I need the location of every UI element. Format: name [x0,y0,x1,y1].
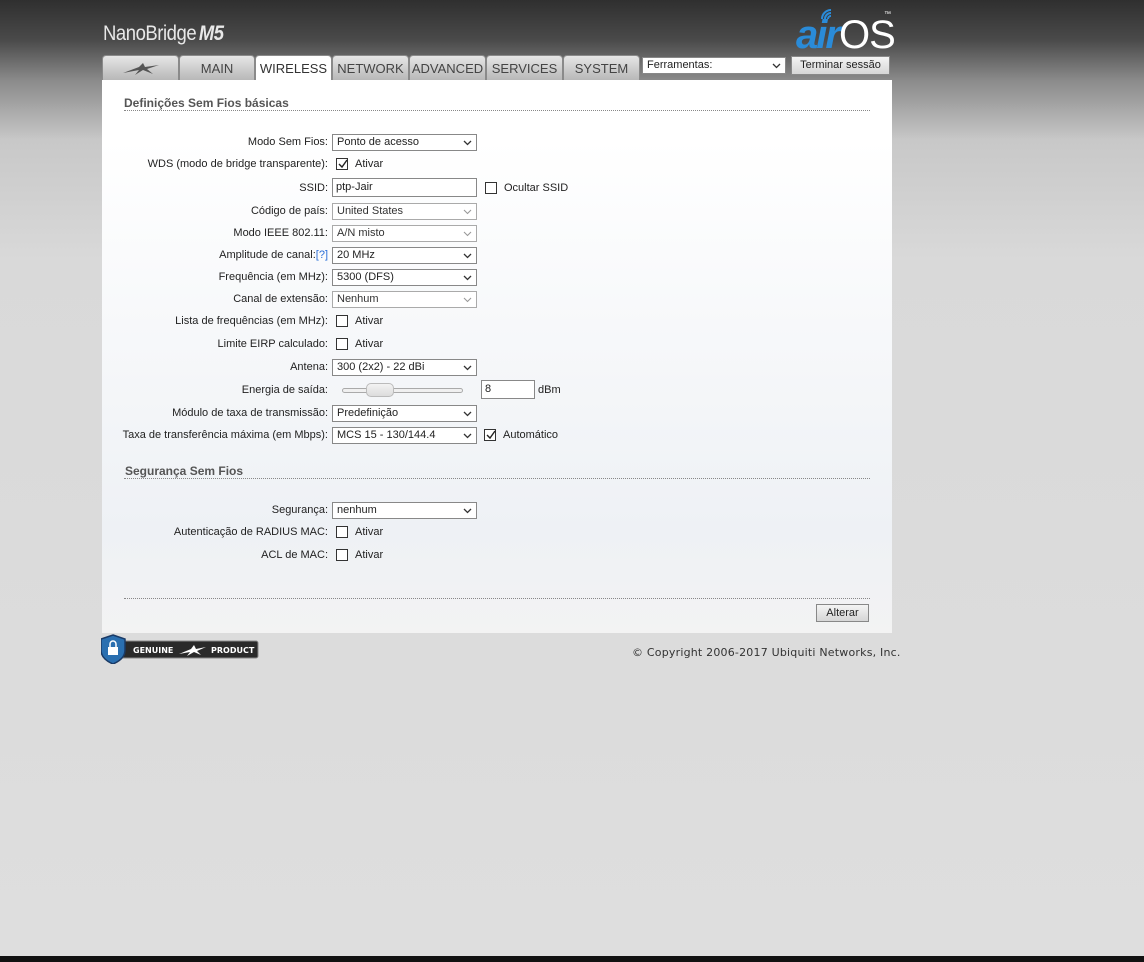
genuine-text: GENUINE [133,646,173,655]
output-power-label: Energia de saída: [241,384,328,396]
max-rate-value: MCS 15 - 130/144.4 [337,429,436,441]
channel-width-label: Amplitude de canal:[?] [219,249,328,261]
auto-rate-checkbox[interactable] [484,429,496,441]
logout-button[interactable]: Terminar sessão [791,56,890,75]
wireless-mode-value: Ponto de acesso [337,136,419,148]
wds-enable-label: Ativar [355,158,384,170]
security-label: Segurança: [271,504,328,516]
checkmark-icon [486,430,496,440]
max-rate-select[interactable]: MCS 15 - 130/144.4 [332,427,477,444]
logo-air-text: air [796,13,841,57]
wds-checkbox[interactable] [336,158,348,170]
wireless-mode-select[interactable]: Ponto de acesso [332,134,477,151]
max-rate-label: Taxa de transferência máxima (em Mbps): [122,429,328,441]
product-model: M5 [198,22,224,45]
antenna-select[interactable]: 300 (2x2) - 22 dBi [332,359,477,376]
tools-select-value: Ferramentas: [647,59,713,71]
ssid-input[interactable]: ptp-Jair [332,178,477,197]
radius-mac-checkbox[interactable] [336,526,348,538]
output-power-input[interactable]: 8 [481,380,535,399]
rate-module-select[interactable]: Predefinição [332,405,477,422]
radius-mac-label: Autenticação de RADIUS MAC: [173,526,328,538]
frequency-label: Frequência (em MHz): [218,271,328,283]
mac-acl-label: ACL de MAC: [261,549,328,561]
logo-tm-text: ™ [884,11,891,18]
mac-acl-enable-label: Ativar [355,549,384,561]
tab-network[interactable]: NETWORK [332,55,409,80]
copyright-text: © Copyright 2006-2017 Ubiquiti Networks,… [632,646,901,659]
ubiquiti-logo-icon [122,63,159,75]
logo-os-text: OS [839,13,896,57]
frequency-list-checkbox[interactable] [336,315,348,327]
output-power-unit: dBm [538,384,561,396]
country-select[interactable]: United States [332,203,477,220]
genuine-product-badge: GENUINE PRODUCT [101,634,259,664]
section-divider [124,598,870,599]
frequency-list-enable-label: Ativar [355,315,384,327]
chevron-down-icon [463,209,472,215]
chevron-down-icon [772,63,781,69]
output-power-slider-handle[interactable] [366,383,395,397]
tab-services[interactable]: SERVICES [486,55,563,80]
security-value: nenhum [337,504,377,516]
checkmark-icon [338,159,348,169]
frequency-list-label: Lista de frequências (em MHz): [175,315,328,327]
hide-ssid-checkbox[interactable] [485,182,497,194]
auto-rate-label: Automático [503,429,559,441]
frequency-select[interactable]: 5300 (DFS) [332,269,477,286]
eirp-limit-label: Limite EIRP calculado: [217,338,328,350]
chevron-down-icon [463,253,472,259]
wireless-mode-label: Modo Sem Fios: [247,136,328,148]
apply-button[interactable]: Alterar [816,604,869,622]
airos-logo: air OS ™ [796,5,896,57]
security-select[interactable]: nenhum [332,502,477,519]
frequency-value: 5300 (DFS) [337,271,394,283]
chevron-down-icon [463,411,472,417]
tab-wireless[interactable]: WIRELESS [255,55,332,81]
ssid-label: SSID: [299,182,328,194]
chevron-down-icon [463,275,472,281]
mac-acl-checkbox[interactable] [336,549,348,561]
eirp-limit-enable-label: Ativar [355,338,384,350]
chevron-down-icon [463,365,472,371]
wds-label: WDS (modo de bridge transparente): [147,158,328,170]
radius-mac-enable-label: Ativar [355,526,384,538]
section-divider [124,110,870,111]
rate-module-label: Módulo de taxa de transmissão: [172,407,328,419]
product-text: PRODUCT [211,646,255,655]
section-divider [124,478,870,479]
tab-main[interactable]: MAIN [179,55,255,80]
chevron-down-icon [463,508,472,514]
tab-system[interactable]: SYSTEM [563,55,640,80]
chevron-down-icon [463,231,472,237]
ieee-mode-value: A/N misto [337,227,385,239]
channel-width-help-link[interactable]: [?] [316,249,328,261]
country-label: Código de país: [250,205,328,217]
extension-channel-value: Nenhum [337,293,379,305]
bottom-bar [0,956,1144,962]
chevron-down-icon [463,433,472,439]
antenna-label: Antena: [290,361,328,373]
output-power-slider-track[interactable] [342,388,463,393]
chevron-down-icon [463,140,472,146]
extension-channel-label: Canal de extensão: [233,293,328,305]
antenna-value: 300 (2x2) - 22 dBi [337,361,425,373]
security-section-title: Segurança Sem Fios [125,464,244,478]
wireless-settings-panel: Definições Sem Fios básicas Modo Sem Fio… [102,80,892,633]
chevron-down-icon [463,297,472,303]
rate-module-value: Predefinição [337,407,399,419]
country-value: United States [337,205,404,217]
basic-section-title: Definições Sem Fios básicas [124,96,289,110]
ieee-mode-select[interactable]: A/N misto [332,225,477,242]
channel-width-value: 20 MHz [337,249,375,261]
tab-home[interactable] [102,55,179,80]
eirp-limit-checkbox[interactable] [336,338,348,350]
ieee-mode-label: Modo IEEE 802.11: [233,227,328,239]
extension-channel-select[interactable]: Nenhum [332,291,477,308]
hide-ssid-label: Ocultar SSID [504,182,569,194]
channel-width-select[interactable]: 20 MHz [332,247,477,264]
product-name: NanoBridge M5 [103,22,224,45]
tools-select[interactable]: Ferramentas: [642,57,786,74]
tab-advanced[interactable]: ADVANCED [409,55,486,80]
